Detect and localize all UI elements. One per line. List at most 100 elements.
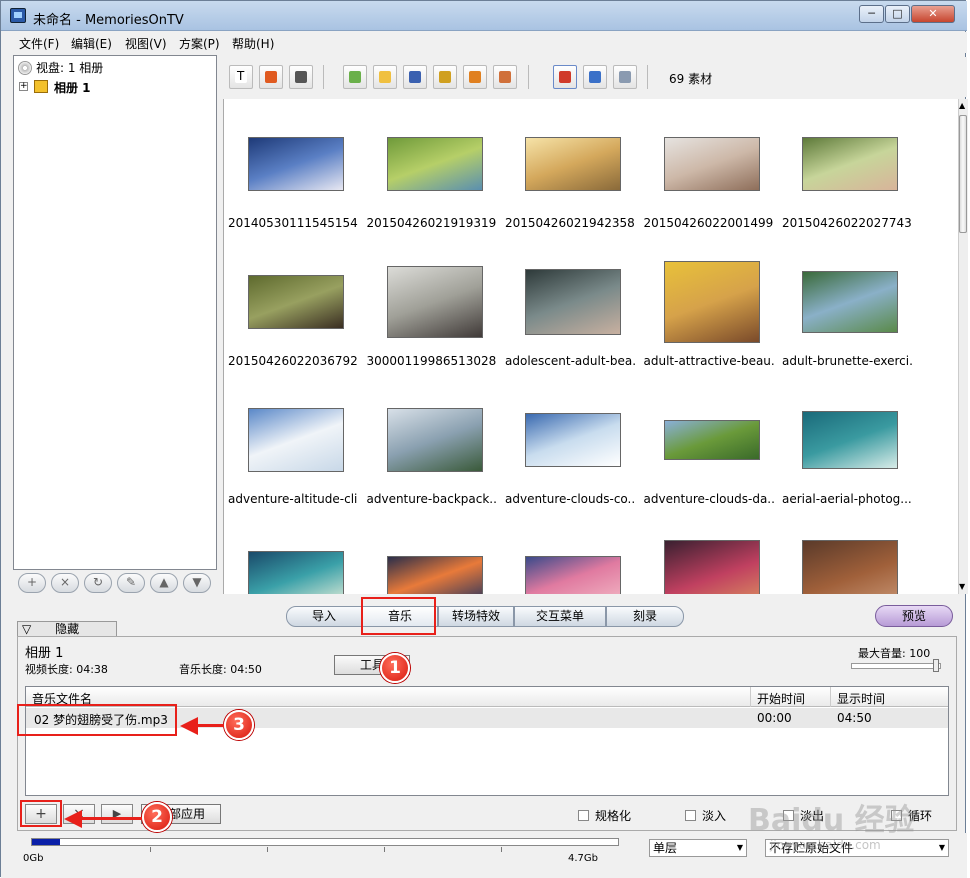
volume-slider[interactable]: [851, 663, 941, 669]
checkbox-box[interactable]: [578, 810, 589, 821]
import-photo-button[interactable]: [343, 65, 367, 89]
play-music-button[interactable]: ▶: [101, 804, 133, 824]
tool-button-b[interactable]: [463, 65, 487, 89]
media-thumbnail[interactable]: 20150426022027743...: [782, 121, 912, 236]
thumbnail-image: [525, 556, 621, 594]
scroll-down-icon[interactable]: ▼: [959, 582, 965, 591]
hide-label: 隐藏: [55, 622, 80, 636]
toolbar-separator: [323, 65, 324, 89]
delete-button[interactable]: [289, 65, 313, 89]
detail-view-button[interactable]: [613, 65, 637, 89]
media-thumbnail[interactable]: 20150426022001499...: [644, 121, 774, 236]
hide-panel-tab[interactable]: ▽ 隐藏: [17, 621, 117, 637]
media-thumbnail[interactable]: adolescent-adult-bea...: [505, 259, 635, 374]
tab-import[interactable]: 导入: [286, 606, 362, 627]
media-thumbnail[interactable]: adventure-backpack...: [367, 397, 497, 512]
media-thumbnail[interactable]: 20140530111545154...: [228, 121, 358, 236]
media-thumbnail[interactable]: 20150426021942358...: [505, 121, 635, 236]
media-grid[interactable]: 20140530111545154... 20150426021919319...…: [223, 99, 958, 594]
close-button[interactable]: ✕: [911, 5, 955, 23]
tab-burn[interactable]: 刻录: [606, 606, 684, 627]
tool-button-a[interactable]: [433, 65, 457, 89]
media-thumbnail[interactable]: [782, 535, 902, 594]
scroll-up-icon[interactable]: ▲: [959, 101, 965, 110]
title-bar[interactable]: 未命名 - MemoriesOnTV ─ □ ✕: [1, 1, 967, 31]
thumbnail-caption: adult-brunette-exerci...: [782, 354, 912, 368]
minimize-button[interactable]: ─: [859, 5, 884, 23]
tree-album-label[interactable]: 相册 1: [54, 79, 91, 96]
menu-view[interactable]: 视图(V): [125, 35, 167, 52]
save-photo-button[interactable]: [403, 65, 427, 89]
media-count: 69 素材: [669, 72, 713, 86]
media-thumbnail[interactable]: adventure-clouds-da...: [644, 397, 774, 512]
highlight-music-file: [17, 704, 177, 736]
dropdown-arrow-icon: ▼: [938, 843, 945, 852]
thumbnail-caption: 20150426021942358...: [505, 216, 635, 230]
tree-move-down-button[interactable]: ▼: [183, 573, 211, 593]
tree-move-up-button[interactable]: ▲: [150, 573, 178, 593]
media-thumbnail[interactable]: [505, 535, 625, 594]
preview-button[interactable]: 预览: [875, 605, 953, 627]
menu-help[interactable]: 帮助(H): [232, 35, 274, 52]
media-thumbnail[interactable]: adventure-altitude-cli...: [228, 397, 358, 512]
media-thumbnail[interactable]: 20150426021919319...: [367, 121, 497, 236]
app-icon: [10, 8, 26, 23]
col-display-time[interactable]: 显示时间: [837, 690, 885, 707]
thumbnail-image: [248, 551, 344, 594]
media-thumbnail[interactable]: aerial-aerial-photog...: [782, 397, 912, 512]
scrollbar-thumb[interactable]: [959, 115, 967, 233]
media-thumbnail[interactable]: 30000119986513028...: [367, 259, 497, 374]
thumbnail-caption: 20150426022027743...: [782, 216, 912, 230]
timeline-view-button[interactable]: [583, 65, 607, 89]
media-thumbnail[interactable]: adult-attractive-beau...: [644, 259, 774, 374]
workflow-tabs: 导入 音乐 转场特效 交互菜单 刻录: [286, 606, 686, 627]
thumbnail-caption: adventure-clouds-da...: [643, 492, 774, 506]
disc-layer-select[interactable]: 单层 ▼: [649, 839, 747, 857]
media-thumbnail[interactable]: adult-brunette-exerci...: [782, 259, 912, 374]
collapse-arrow-icon: ▽: [22, 622, 32, 636]
tab-transitions[interactable]: 转场特效: [438, 606, 514, 627]
media-thumbnail[interactable]: 20150426022036792...: [228, 259, 358, 374]
tree-delete-button[interactable]: ×: [51, 573, 79, 593]
tree-disc-label[interactable]: 视盘: 1 相册: [36, 59, 103, 76]
media-thumbnail[interactable]: [228, 535, 348, 594]
column-divider: [750, 687, 751, 707]
thumbnail-view-button[interactable]: [553, 65, 577, 89]
add-text-button[interactable]: T: [229, 65, 253, 89]
thumbnail-image: [386, 556, 483, 594]
effects-button[interactable]: [493, 65, 517, 89]
project-tree[interactable]: 视盘: 1 相册 + 相册 1: [13, 55, 217, 570]
media-toolbar: T 69 素材: [223, 57, 967, 97]
menu-scheme[interactable]: 方案(P): [179, 35, 220, 52]
normalize-checkbox[interactable]: 规格化: [578, 807, 631, 824]
music-start-time: 00:00: [757, 711, 792, 725]
media-thumbnail[interactable]: adventure-clouds-co...: [505, 397, 635, 512]
checkbox-box[interactable]: [685, 810, 696, 821]
fade-in-checkbox[interactable]: 淡入: [685, 807, 726, 824]
maximize-button[interactable]: □: [885, 5, 910, 23]
tab-interactive-menu[interactable]: 交互菜单: [514, 606, 606, 627]
thumbnail-image: [663, 261, 760, 343]
tree-add-button[interactable]: +: [18, 573, 46, 593]
media-thumbnail[interactable]: [367, 535, 487, 594]
thumbnail-caption: adult-attractive-beau...: [643, 354, 774, 368]
thumbnail-image: [802, 271, 898, 333]
expand-icon[interactable]: +: [19, 82, 28, 91]
media-thumbnail[interactable]: [644, 535, 764, 594]
thumbnail-caption: adventure-altitude-cli...: [228, 492, 358, 506]
tree-rotate-button[interactable]: ↻: [84, 573, 112, 593]
thumbnail-image: [525, 137, 621, 191]
capacity-tick: [501, 847, 502, 852]
menu-edit[interactable]: 编辑(E): [71, 35, 112, 52]
photo-edit-button[interactable]: [373, 65, 397, 89]
thumbnail-caption: adolescent-adult-bea...: [505, 354, 635, 368]
music-file-table[interactable]: 音乐文件名 开始时间 显示时间 02 梦的翅膀受了伤.mp3 00:00 04:…: [25, 686, 949, 796]
music-display-time: 04:50: [837, 711, 872, 725]
fade-in-label: 淡入: [702, 809, 727, 823]
highlight-music-tab: [361, 597, 436, 635]
tree-edit-button[interactable]: ✎: [117, 573, 145, 593]
settings-button[interactable]: [259, 65, 283, 89]
volume-slider-handle[interactable]: [933, 659, 939, 672]
menu-file[interactable]: 文件(F): [19, 35, 59, 52]
col-start-time[interactable]: 开始时间: [757, 690, 805, 707]
